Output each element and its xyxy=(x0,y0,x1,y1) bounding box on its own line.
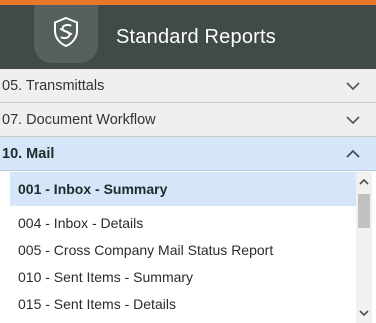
chevron-up-icon[interactable] xyxy=(344,137,362,171)
shield-logo-icon xyxy=(49,15,83,54)
section-label: 05. Transmittals xyxy=(2,77,105,94)
section-transmittals[interactable]: 05. Transmittals xyxy=(0,69,376,103)
list-item-cross-company-status[interactable]: 005 - Cross Company Mail Status Report xyxy=(10,237,356,264)
section-mail[interactable]: 10. Mail xyxy=(0,137,376,171)
list-item-inbox-details[interactable]: 004 - Inbox - Details xyxy=(10,210,356,237)
section-label: 10. Mail xyxy=(2,145,55,162)
page-title: Standard Reports xyxy=(116,26,276,48)
section-label: 07. Document Workflow xyxy=(2,111,156,128)
list-item-sent-details[interactable]: 015 - Sent Items - Details xyxy=(10,291,356,318)
list-item-inbox-summary[interactable]: 001 - Inbox - Summary xyxy=(10,172,356,206)
logo-badge xyxy=(34,5,98,63)
scroll-down-arrow-icon[interactable] xyxy=(356,305,372,321)
chevron-down-icon[interactable] xyxy=(344,103,362,137)
section-document-workflow[interactable]: 07. Document Workflow xyxy=(0,103,376,137)
app-header: Standard Reports xyxy=(0,5,376,69)
list-item-sent-summary[interactable]: 010 - Sent Items - Summary xyxy=(10,264,356,291)
scroll-up-arrow-icon[interactable] xyxy=(356,174,372,190)
mail-report-list: 001 - Inbox - Summary 004 - Inbox - Deta… xyxy=(10,172,356,323)
list-scrollbar[interactable] xyxy=(356,172,372,323)
scrollbar-thumb[interactable] xyxy=(358,194,370,228)
chevron-down-icon[interactable] xyxy=(344,69,362,103)
